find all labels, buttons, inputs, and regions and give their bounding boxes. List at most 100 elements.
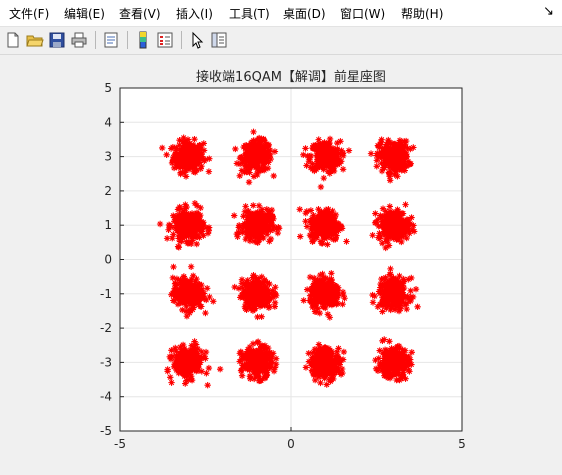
scatter-point xyxy=(193,240,200,248)
scatter-point xyxy=(257,229,265,236)
scatter-point xyxy=(323,234,331,241)
y-tick-label: -4 xyxy=(100,390,112,404)
x-tick-label: 5 xyxy=(458,437,466,451)
scatter-point xyxy=(245,225,252,232)
scatter-point xyxy=(335,345,342,352)
scatter-point xyxy=(176,216,184,224)
scatter-point xyxy=(268,206,276,214)
scatter-point xyxy=(247,234,254,242)
scatter-point xyxy=(170,156,177,163)
scatter-point xyxy=(340,348,348,356)
scatter-point xyxy=(237,367,245,374)
scatter-point xyxy=(216,365,224,373)
open-file-icon[interactable] xyxy=(26,31,44,49)
scatter-point xyxy=(321,225,328,232)
scatter-point xyxy=(274,229,282,237)
scatter-point xyxy=(266,238,273,245)
scatter-point xyxy=(322,217,329,224)
scatter-point xyxy=(296,206,303,213)
scatter-point xyxy=(369,291,376,299)
menu-bar: 文件(F) 编辑(E) 查看(V) 插入(I) 工具(T) 桌面(D) 窗口(W… xyxy=(0,0,562,27)
scatter-point xyxy=(399,233,407,240)
scatter-point xyxy=(383,346,391,354)
scatter-point xyxy=(378,167,386,175)
constellation-plot[interactable]: -5 0 5 -5 -4 -3 -2 -1 0 1 2 3 4 5 xyxy=(0,55,562,475)
scatter-point xyxy=(197,165,204,172)
undock-arrow-icon[interactable]: ↘ xyxy=(543,4,554,19)
scatter-point xyxy=(386,173,393,180)
menu-edit[interactable]: 编辑(E) xyxy=(64,5,105,22)
scatter-point xyxy=(210,298,217,305)
scatter-point xyxy=(176,238,184,245)
scatter-point xyxy=(203,296,210,304)
scatter-point xyxy=(244,346,252,353)
scatter-point xyxy=(182,201,189,208)
scatter-point xyxy=(188,240,195,248)
scatter-point xyxy=(182,224,190,232)
y-tick-label: 1 xyxy=(104,218,112,232)
scatter-point xyxy=(176,232,183,239)
scatter-point xyxy=(309,354,316,361)
scatter-point xyxy=(403,305,410,313)
legend-icon[interactable] xyxy=(156,31,174,49)
menu-tools[interactable]: 工具(T) xyxy=(229,5,270,22)
new-figure-icon[interactable] xyxy=(4,31,22,49)
menu-desktop[interactable]: 桌面(D) xyxy=(283,5,326,22)
y-tick-label: 5 xyxy=(104,81,112,95)
scatter-point xyxy=(175,244,183,251)
menu-help[interactable]: 帮助(H) xyxy=(401,5,443,22)
y-tick-label: 2 xyxy=(104,184,112,198)
scatter-point xyxy=(250,202,257,209)
scatter-point xyxy=(191,284,198,291)
scatter-point xyxy=(267,217,275,224)
menu-insert[interactable]: 插入(I) xyxy=(176,5,213,22)
x-tick-label: 0 xyxy=(287,437,295,451)
menu-file[interactable]: 文件(F) xyxy=(9,5,49,22)
scatter-point xyxy=(335,158,342,166)
scatter-point xyxy=(393,219,400,227)
scatter-point xyxy=(182,355,189,363)
scatter-point xyxy=(318,294,326,301)
scatter-point xyxy=(300,151,307,159)
x-tick-label: -5 xyxy=(114,437,126,451)
property-editor-icon[interactable] xyxy=(210,31,228,49)
print-icon[interactable] xyxy=(70,31,88,49)
scatter-point xyxy=(190,353,197,360)
scatter-point xyxy=(379,337,386,345)
scatter-point xyxy=(176,136,183,144)
scatter-point xyxy=(193,361,201,368)
scatter-point xyxy=(399,361,407,368)
menu-window[interactable]: 窗口(W) xyxy=(340,5,385,22)
scatter-point xyxy=(248,230,255,237)
scatter-point xyxy=(251,225,258,232)
save-icon[interactable] xyxy=(48,31,66,49)
scatter-point xyxy=(311,167,318,175)
scatter-point xyxy=(317,183,325,191)
scatter-point xyxy=(198,156,206,163)
colorbar-icon[interactable] xyxy=(134,31,152,49)
scatter-point xyxy=(245,178,253,186)
scatter-point xyxy=(260,345,268,353)
scatter-point xyxy=(245,357,253,365)
menu-view[interactable]: 查看(V) xyxy=(119,5,161,22)
print-preview-icon[interactable] xyxy=(102,31,120,49)
scatter-point xyxy=(315,213,323,221)
scatter-point xyxy=(165,221,173,229)
scatter-point xyxy=(375,234,382,241)
scatter-point xyxy=(176,203,183,211)
scatter-point xyxy=(197,204,204,212)
scatter-point xyxy=(391,345,399,352)
scatter-point xyxy=(382,244,389,252)
scatter-point xyxy=(322,365,329,372)
pointer-icon[interactable] xyxy=(188,31,206,49)
scatter-point xyxy=(270,172,277,180)
scatter-point xyxy=(371,219,379,227)
scatter-point xyxy=(238,372,246,379)
scatter-point xyxy=(171,288,178,295)
scatter-point xyxy=(263,143,271,150)
scatter-point xyxy=(252,210,260,218)
scatter-point xyxy=(192,231,199,238)
scatter-point xyxy=(242,203,249,210)
scatter-point xyxy=(204,382,211,389)
scatter-point xyxy=(379,205,387,212)
